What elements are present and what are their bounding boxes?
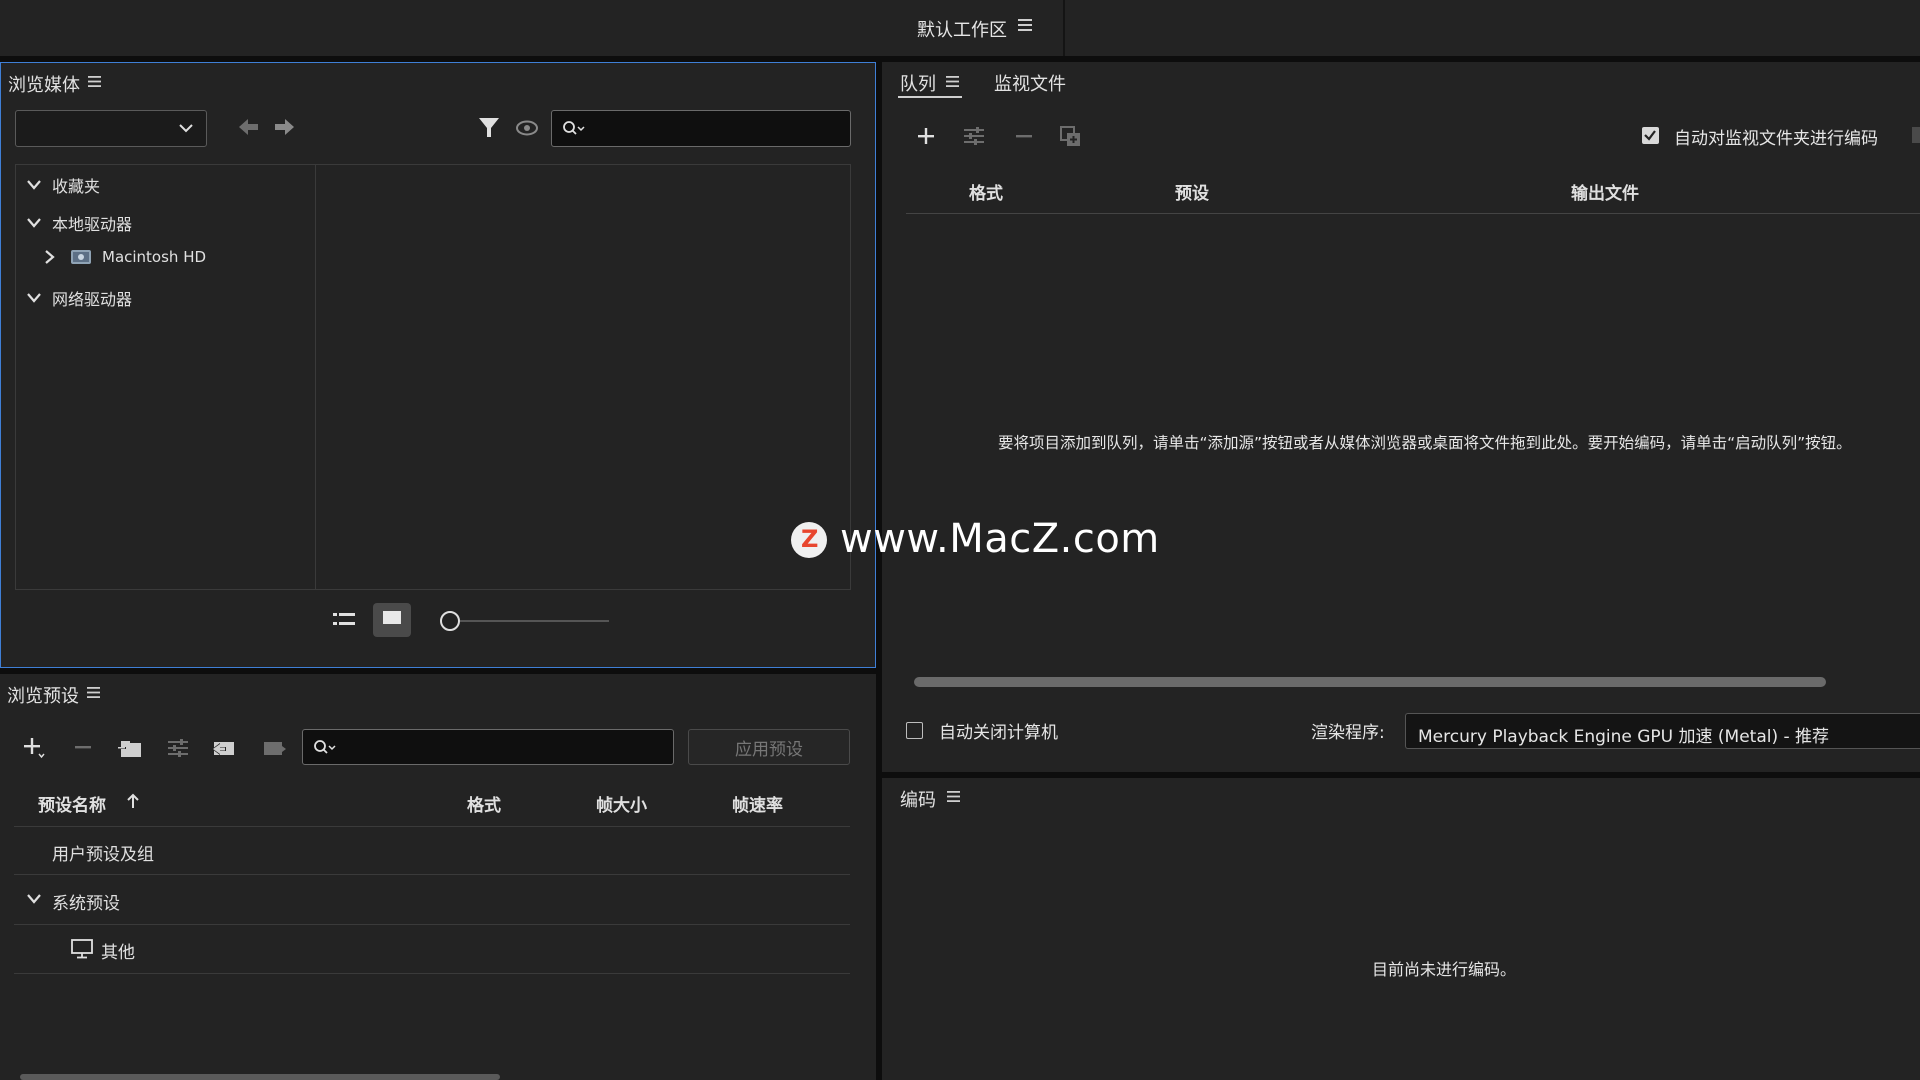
preset-row-other[interactable]: 其他 bbox=[101, 938, 135, 963]
encoding-status: 目前尚未进行编码。 bbox=[1372, 960, 1517, 979]
search-icon bbox=[562, 120, 586, 138]
add-source-icon[interactable] bbox=[918, 128, 934, 144]
queue-settings-icon[interactable] bbox=[964, 126, 986, 146]
auto-encode-label: 自动对监视文件夹进行编码 bbox=[1674, 129, 1878, 149]
active-tab-indicator bbox=[898, 96, 962, 98]
import-preset-icon[interactable] bbox=[212, 738, 236, 758]
table-divider bbox=[14, 874, 850, 875]
preset-settings-icon[interactable] bbox=[168, 738, 188, 758]
column-format[interactable]: 格式 bbox=[969, 179, 1003, 204]
chevron-right-icon[interactable] bbox=[44, 249, 56, 265]
auto-shutdown-checkbox[interactable] bbox=[906, 722, 923, 739]
preset-browser-title: 浏览预设 bbox=[7, 686, 79, 707]
column-frame-size[interactable]: 帧大小 bbox=[596, 791, 647, 816]
sort-ascending-icon[interactable] bbox=[126, 793, 140, 809]
location-dropdown[interactable] bbox=[15, 110, 207, 147]
export-preset-icon[interactable] bbox=[262, 738, 286, 758]
queue-empty-hint: 要将项目添加到队列，请单击“添加源”按钮或者从媒体浏览器或桌面将文件拖到此处。要… bbox=[998, 434, 1852, 452]
chevron-down-icon bbox=[178, 123, 194, 133]
zoom-slider[interactable] bbox=[439, 610, 611, 632]
encoding-menu-icon[interactable] bbox=[947, 791, 960, 802]
queue-menu-icon[interactable] bbox=[946, 76, 959, 87]
checkmark-icon bbox=[1644, 130, 1656, 141]
add-preset-icon[interactable] bbox=[24, 737, 46, 759]
renderer-label: 渲染程序: bbox=[1311, 723, 1385, 743]
tree-item-network-drives[interactable]: 网络驱动器 bbox=[26, 286, 132, 310]
tree-item-label: Macintosh HD bbox=[102, 248, 207, 266]
tree-item-favorites[interactable]: 收藏夹 bbox=[26, 173, 100, 197]
workspace-title[interactable]: 默认工作区 bbox=[917, 16, 1007, 42]
media-browser-menu-icon[interactable] bbox=[88, 76, 101, 87]
auto-encode-checkbox[interactable] bbox=[1642, 127, 1659, 144]
media-content-area bbox=[315, 164, 851, 590]
tree-item-macintosh-hd[interactable]: Macintosh HD bbox=[44, 248, 206, 266]
preset-row-system[interactable]: 系统预设 bbox=[52, 889, 120, 914]
eye-icon[interactable] bbox=[516, 120, 538, 136]
queue-panel: 队列 监视文件 自动对监视文件夹进行编码 格式 预设 输出文件 要将项目添加到队… bbox=[882, 62, 1920, 772]
forward-arrow-icon[interactable] bbox=[275, 118, 295, 136]
column-frame-rate[interactable]: 帧速率 bbox=[732, 791, 783, 816]
search-icon bbox=[313, 739, 337, 757]
chevron-down-icon[interactable] bbox=[26, 893, 42, 905]
chevron-down-icon[interactable] bbox=[26, 217, 42, 229]
tab-watch-folders[interactable]: 监视文件 bbox=[994, 70, 1066, 96]
media-search-input[interactable] bbox=[551, 110, 851, 147]
workspace-bar: 默认工作区 bbox=[0, 0, 1920, 56]
tree-item-label: 本地驱动器 bbox=[52, 215, 133, 234]
tree-item-label: 收藏夹 bbox=[52, 177, 101, 196]
watermark-logo-letter: Z bbox=[801, 525, 819, 553]
thumbnail-view-button[interactable] bbox=[373, 603, 411, 637]
preset-search-input[interactable] bbox=[302, 729, 674, 765]
monitor-icon bbox=[71, 939, 93, 959]
preset-row-user[interactable]: 用户预设及组 bbox=[52, 840, 154, 865]
preset-browser-menu-icon[interactable] bbox=[87, 687, 100, 698]
auto-shutdown-label: 自动关闭计算机 bbox=[939, 723, 1058, 743]
horizontal-scrollbar[interactable] bbox=[914, 677, 1826, 687]
column-output-file[interactable]: 输出文件 bbox=[1571, 179, 1639, 204]
column-preset[interactable]: 预设 bbox=[1175, 179, 1209, 204]
tree-item-label: 网络驱动器 bbox=[52, 290, 133, 309]
filter-icon[interactable] bbox=[478, 117, 500, 139]
list-view-icon[interactable] bbox=[333, 611, 355, 629]
renderer-select[interactable]: Mercury Playback Engine GPU 加速 (Metal) -… bbox=[1405, 713, 1920, 749]
column-preset-name[interactable]: 预设名称 bbox=[38, 791, 106, 816]
media-browser-panel: 浏览媒体 收藏夹 本地驱动器 Macintosh HD 网络驱动器 bbox=[0, 62, 876, 668]
duplicate-icon[interactable] bbox=[1060, 126, 1082, 148]
column-format[interactable]: 格式 bbox=[467, 791, 501, 816]
panel-edge-handle bbox=[1912, 127, 1920, 143]
table-divider bbox=[14, 826, 850, 827]
hard-drive-icon bbox=[70, 248, 92, 266]
table-divider bbox=[906, 213, 1920, 214]
horizontal-scrollbar[interactable] bbox=[20, 1074, 500, 1080]
back-arrow-icon[interactable] bbox=[239, 118, 259, 136]
preset-browser-panel: 浏览预设 应用预设 预设名称 格式 帧大小 帧速率 用户预设及组 系统预设 其他 bbox=[0, 674, 876, 1080]
workspace-separator bbox=[1063, 0, 1065, 56]
chevron-down-icon[interactable] bbox=[26, 179, 42, 191]
table-divider bbox=[14, 924, 850, 925]
new-group-icon[interactable] bbox=[118, 738, 142, 758]
media-tree: 收藏夹 本地驱动器 Macintosh HD 网络驱动器 bbox=[15, 164, 315, 590]
media-browser-title: 浏览媒体 bbox=[8, 75, 80, 96]
remove-item-icon[interactable] bbox=[1016, 135, 1032, 139]
watermark-text: www.MacZ.com bbox=[840, 516, 1160, 562]
apply-preset-button[interactable]: 应用预设 bbox=[688, 729, 850, 765]
watermark-logo: Z bbox=[791, 522, 827, 558]
encoding-title: 编码 bbox=[900, 790, 936, 811]
chevron-down-icon[interactable] bbox=[26, 292, 42, 304]
encoding-panel: 编码 目前尚未进行编码。 bbox=[882, 778, 1920, 1080]
tree-item-local-drives[interactable]: 本地驱动器 bbox=[26, 211, 132, 235]
tab-queue[interactable]: 队列 bbox=[900, 70, 936, 96]
table-divider bbox=[14, 973, 850, 974]
renderer-select-value: Mercury Playback Engine GPU 加速 (Metal) -… bbox=[1418, 727, 1830, 747]
remove-preset-icon[interactable] bbox=[75, 746, 91, 750]
thumbnail-view-icon bbox=[383, 611, 401, 627]
workspace-menu-icon[interactable] bbox=[1018, 19, 1032, 31]
